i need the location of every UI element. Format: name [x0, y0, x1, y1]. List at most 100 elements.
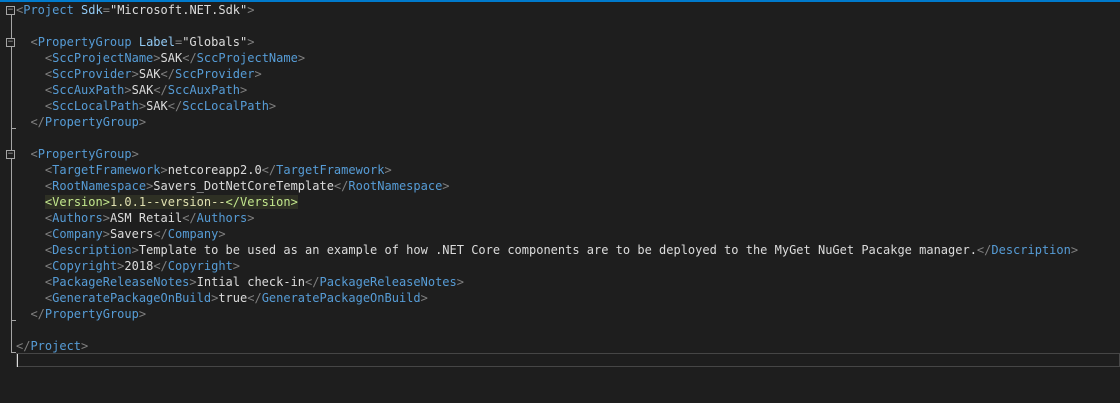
tag-name: Authors	[52, 211, 103, 225]
element-value: SAK	[138, 67, 161, 81]
tag-delimiter: </	[333, 179, 349, 193]
element-value: SAK	[160, 51, 183, 65]
tag-delimiter: >	[232, 259, 241, 273]
tag-delimiter: >	[247, 211, 255, 225]
code-line-15[interactable]: <Company>Savers</Company>	[16, 226, 226, 242]
tag-delimiter: >	[102, 211, 110, 225]
tag-delimiter: >	[102, 195, 110, 209]
tag-delimiter: >	[254, 67, 262, 81]
code-line-6[interactable]: <SccAuxPath>SAK</SccAuxPath>	[16, 82, 247, 98]
tag-name: PropertyGroup	[44, 307, 139, 321]
code-line-10[interactable]: <PropertyGroup>	[16, 146, 139, 162]
tag-name: SccProvider	[52, 67, 132, 81]
tag-delimiter: >	[456, 275, 464, 289]
tag-name: TargetFramework	[52, 163, 161, 177]
tag-name: Authors	[196, 211, 248, 225]
code-line-18[interactable]: <PackageReleaseNotes>Intial check-in</Pa…	[16, 274, 464, 290]
tag-delimiter: <	[30, 35, 38, 49]
tag-delimiter: </	[30, 115, 45, 129]
tag-name: Copyright	[167, 259, 233, 273]
tag-name: Project	[23, 3, 74, 17]
tag-delimiter: >	[138, 115, 147, 129]
tag-delimiter: >	[268, 99, 277, 113]
tag-delimiter: </	[160, 67, 175, 81]
attribute-name: Label	[138, 35, 175, 49]
element-value: Savers	[109, 227, 154, 241]
tag-name: Description	[991, 243, 1071, 257]
tag-delimiter: >	[138, 99, 147, 113]
element-value: 1.0.1--version--	[109, 195, 226, 209]
element-value: true	[218, 291, 248, 305]
tag-delimiter: <	[30, 147, 38, 161]
tag-delimiter: </	[153, 259, 168, 273]
tag-delimiter: >	[1070, 243, 1079, 257]
tag-delimiter: </	[153, 83, 168, 97]
tag-delimiter: >	[442, 179, 450, 193]
tag-name: SccProjectName	[52, 51, 154, 65]
tag-name: Copyright	[52, 259, 118, 273]
tag-delimiter: </	[247, 291, 262, 305]
tag-name: Version	[52, 195, 103, 209]
code-line-13[interactable]: <Version>1.0.1--version--</Version>	[16, 194, 298, 210]
tag-delimiter: >	[153, 51, 161, 65]
code-line-20[interactable]: </PropertyGroup>	[16, 306, 146, 322]
code-line-16[interactable]: <Description>Template to be used as an e…	[16, 242, 1078, 258]
tag-name: PackageReleaseNotes	[319, 275, 457, 289]
fold-propertygroup-2-toggle-icon[interactable]: −	[6, 150, 15, 159]
tag-name: PropertyGroup	[37, 35, 132, 49]
code-line-17[interactable]: <Copyright>2018</Copyright>	[16, 258, 240, 274]
fold-project-guide	[11, 15, 12, 353]
tag-delimiter: >	[102, 227, 110, 241]
code-line-3[interactable]: <PropertyGroup Label="Globals">	[16, 34, 254, 50]
tag-delimiter: >	[247, 3, 255, 17]
tag-delimiter: >	[240, 83, 248, 97]
tag-name: Project	[30, 339, 82, 353]
code-line-5[interactable]: <SccProvider>SAK</SccProvider>	[16, 66, 262, 82]
tag-delimiter: </	[30, 307, 45, 321]
tag-delimiter: >	[131, 243, 139, 257]
tag-name: RootNamespace	[348, 179, 443, 193]
code-line-8[interactable]: </PropertyGroup>	[16, 114, 146, 130]
tag-delimiter: >	[131, 147, 139, 161]
code-line-14[interactable]: <Authors>ASM Retail</Authors>	[16, 210, 255, 226]
folding-gutter: − − −	[0, 2, 16, 403]
tag-name: GeneratePackageOnBuild	[261, 291, 421, 305]
code-line-19[interactable]: <GeneratePackageOnBuild>true</GeneratePa…	[16, 290, 428, 306]
current-line-highlight	[16, 353, 1120, 367]
code-line-4[interactable]: <SccProjectName>SAK</SccProjectName>	[16, 50, 305, 66]
code-line-12[interactable]: <RootNamespace>Savers_DotNetCoreTemplate…	[16, 178, 450, 194]
tag-name: SccProjectName	[196, 51, 298, 65]
tag-name: PropertyGroup	[44, 115, 139, 129]
highlighted-version-element: <Version>1.0.1--version--</Version>	[44, 195, 298, 209]
fold-project-toggle-icon[interactable]: −	[6, 6, 15, 15]
tag-delimiter: >	[420, 291, 428, 305]
attribute-name: Sdk	[81, 3, 103, 17]
tag-delimiter: </	[182, 211, 197, 225]
tag-name: SccProvider	[175, 67, 255, 81]
tag-delimiter: >	[189, 275, 197, 289]
tag-name: Version	[240, 195, 291, 209]
element-value: ASM Retail	[109, 211, 183, 225]
tag-delimiter: >	[297, 51, 306, 65]
code-line-1[interactable]: <Project Sdk="Microsoft.NET.Sdk">	[16, 2, 254, 18]
tag-delimiter: >	[138, 307, 147, 321]
tag-name: PackageReleaseNotes	[52, 275, 190, 289]
tag-name: PropertyGroup	[37, 147, 132, 161]
tag-delimiter: >	[160, 163, 168, 177]
element-value: Template to be used as an example of how…	[138, 243, 977, 257]
code-line-22[interactable]: </Project>	[16, 338, 88, 354]
code-line-7[interactable]: <SccLocalPath>SAK</SccLocalPath>	[16, 98, 276, 114]
tag-delimiter: >	[124, 83, 132, 97]
tag-delimiter: >	[384, 163, 392, 177]
attribute-equals: =	[102, 3, 110, 17]
code-editor[interactable]: − − − <Project Sdk="Microsoft.NET.Sdk"> …	[0, 0, 1120, 403]
tag-delimiter: </	[167, 99, 183, 113]
tag-name: TargetFramework	[276, 163, 385, 177]
fold-propertygroup-1-toggle-icon[interactable]: −	[6, 38, 15, 47]
element-value: netcoreapp2.0	[167, 163, 262, 177]
tag-name: Company	[167, 227, 219, 241]
code-line-11[interactable]: <TargetFramework>netcoreapp2.0</TargetFr…	[16, 162, 392, 178]
tag-delimiter: >	[131, 67, 139, 81]
element-value: SAK	[146, 99, 168, 113]
element-value: Intial check-in	[196, 275, 306, 289]
